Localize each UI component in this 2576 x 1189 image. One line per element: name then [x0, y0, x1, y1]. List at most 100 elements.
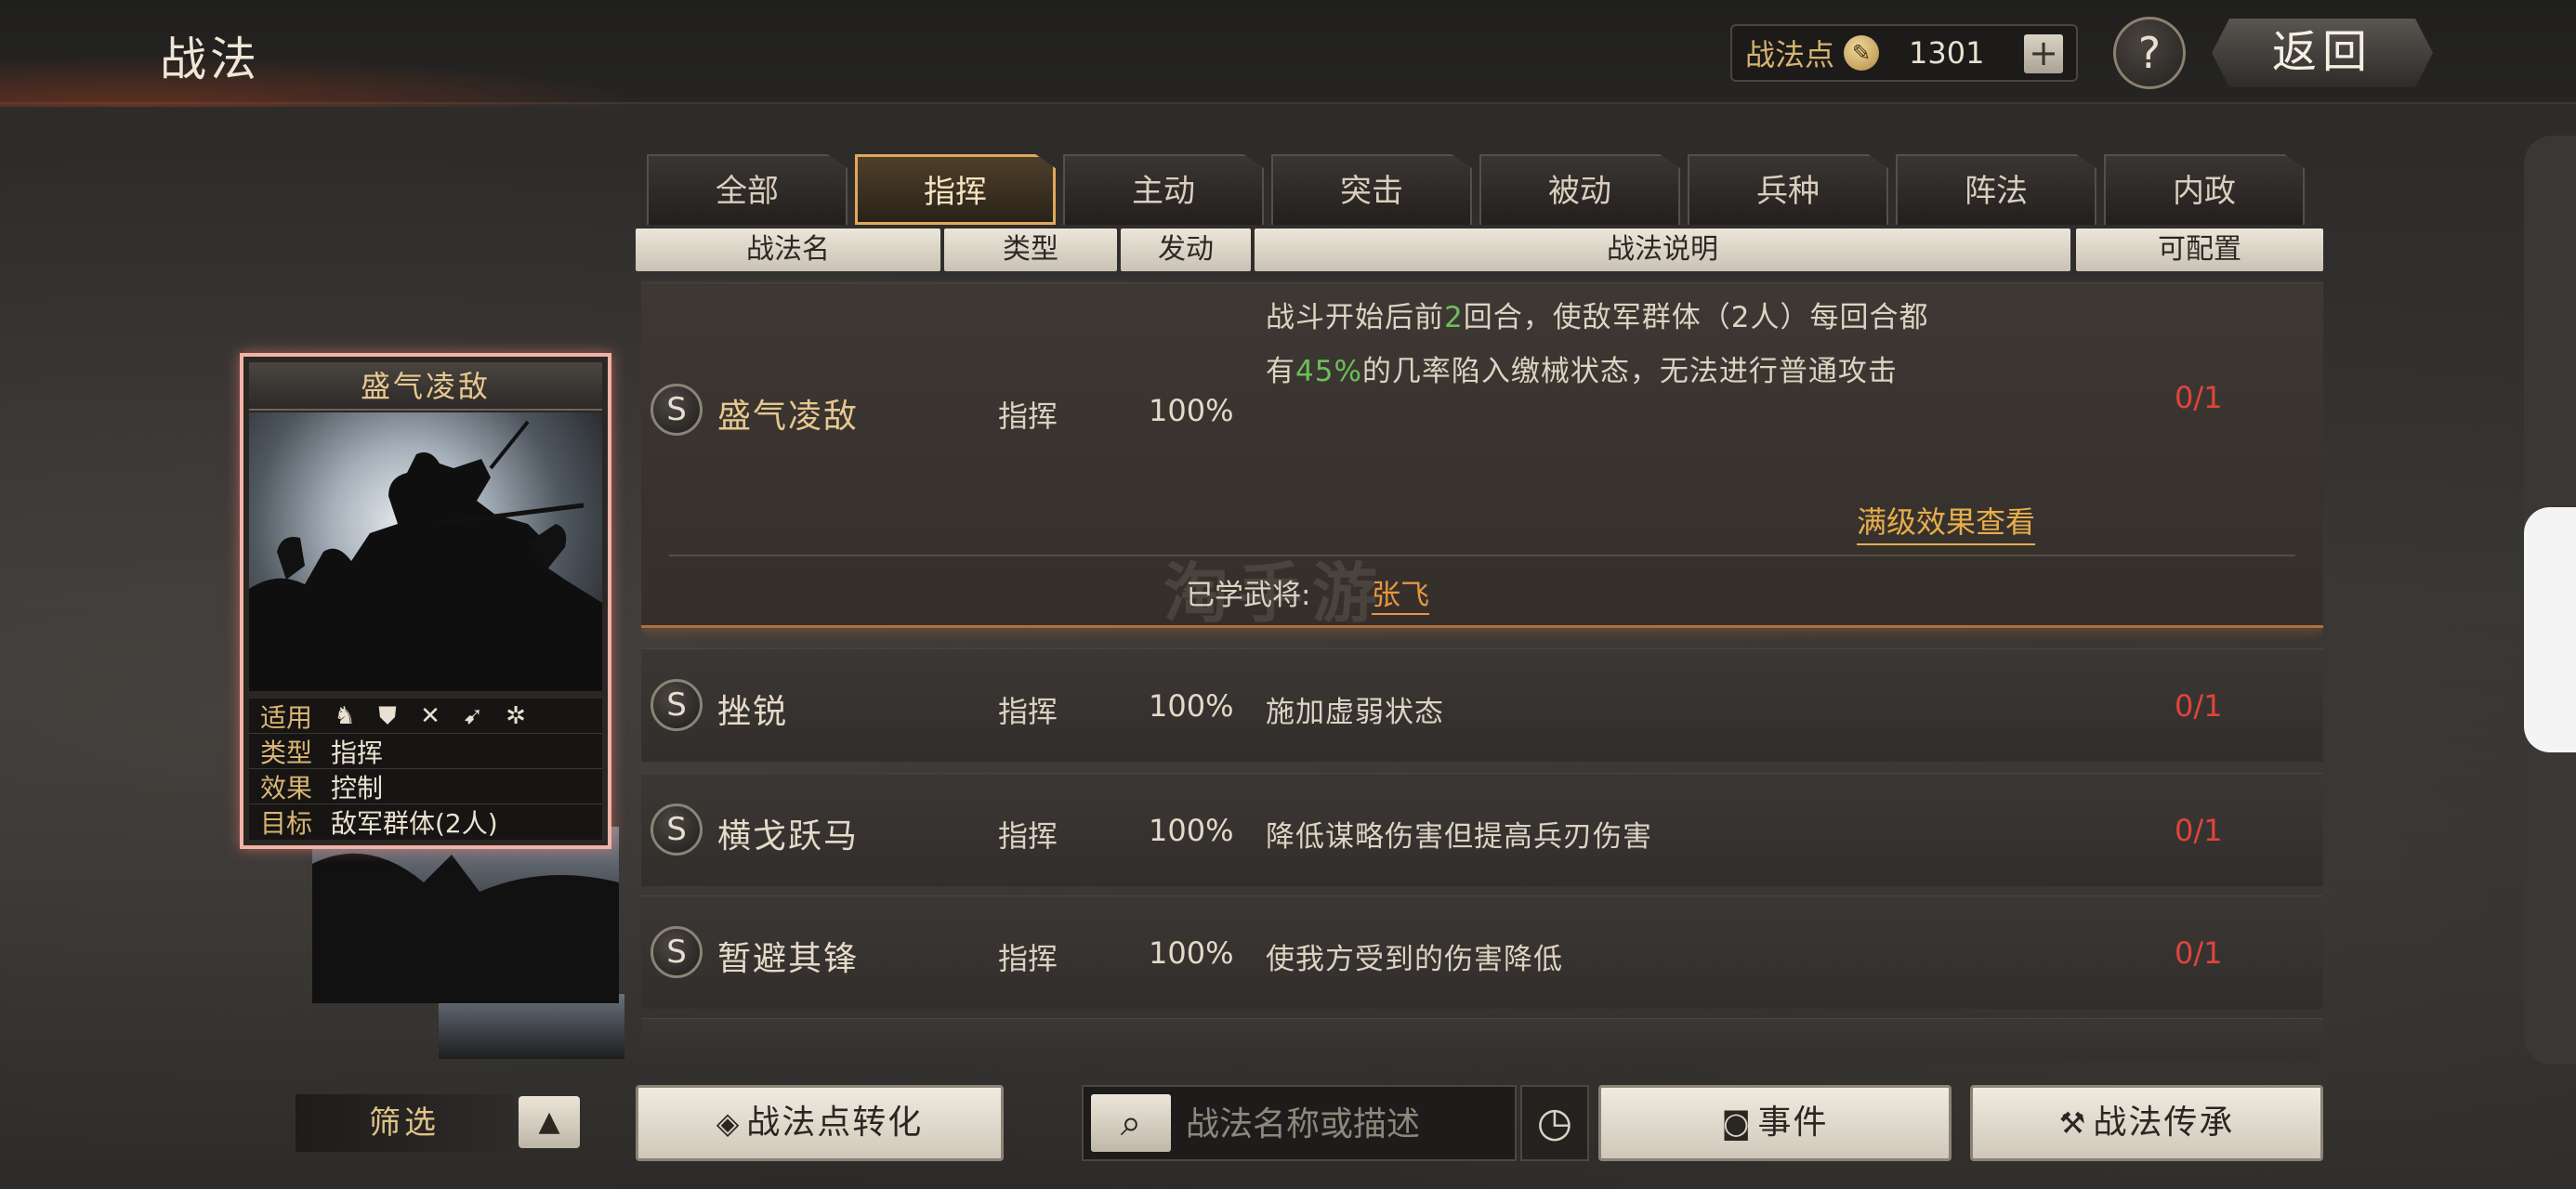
siege-icon: ✲ [506, 701, 526, 730]
column-header-trigger[interactable]: 发动 [1121, 229, 1251, 271]
card-attributes: 适用 ♞ ⛊ ✕ ➹ ✲ 类型 指挥 效果 控制 目标 敌军群体(2人) [249, 699, 602, 840]
attr-target: 目标 敌军群体(2人) [249, 804, 602, 840]
column-header-description: 战法说明 [1255, 229, 2070, 271]
tactic-quota: 0/1 [2175, 813, 2223, 848]
column-header-configurable[interactable]: 可配置 [2076, 229, 2323, 271]
desc-text: 回合，使敌军群体（2人）每回合都 [1463, 301, 1929, 334]
card-stack-back [439, 994, 624, 1059]
search-icon[interactable]: ⌕ [1091, 1094, 1171, 1152]
tactic-rate: 100% [1149, 393, 1234, 428]
tactic-description: 施加虚弱状态 [1266, 696, 1444, 729]
filter-toggle-button[interactable]: ▲ [519, 1096, 580, 1148]
card-artwork [249, 412, 602, 691]
attr-key: 效果 [260, 772, 313, 804]
tab-all[interactable]: 全部 [647, 154, 848, 225]
spear-icon: ➹ [463, 701, 483, 730]
rank-s-icon: S [651, 926, 703, 978]
warrior-silhouette-image [249, 420, 602, 691]
card-title-bar: 盛气凌敌 [249, 362, 602, 411]
clock-icon[interactable]: ◷ [1520, 1085, 1589, 1161]
events-label: 事件 [1757, 1104, 1829, 1142]
tab-assault[interactable]: 突击 [1271, 154, 1472, 225]
rank-s-icon: S [651, 679, 703, 731]
tactic-rate: 100% [1149, 688, 1234, 724]
tactic-name: 盛气凌敌 [717, 398, 860, 436]
cavalry-icon: ♞ [334, 701, 356, 730]
column-header-type[interactable]: 类型 [944, 229, 1117, 271]
tactic-description: 战斗开始后前2回合，使敌军群体（2人）每回合都 有45%的几率陷入缴械状态，无法… [1266, 291, 2102, 399]
desc-text: 的几率陷入缴械状态，无法进行普通攻击 [1361, 355, 1898, 388]
tab-troop-type[interactable]: 兵种 [1688, 154, 1888, 225]
attr-value: 敌军群体(2人) [331, 808, 498, 839]
attr-applies: 适用 ♞ ⛊ ✕ ➹ ✲ [249, 699, 602, 734]
alert-icon: ◙ [1721, 1105, 1753, 1141]
title-glow [0, 56, 651, 107]
top-bar: 战法 战法点 ✎ 1301 + ? 返回 [0, 0, 2576, 107]
tactic-name: 横戈跃马 [717, 817, 860, 856]
tactic-quota: 0/1 [2175, 380, 2223, 415]
attr-value: 控制 [331, 772, 384, 804]
learned-generals-label: 已学武将: [1186, 579, 1311, 612]
convert-points-button[interactable]: ◈ 战法点转化 [636, 1085, 1004, 1161]
unit-icons: ♞ ⛊ ✕ ➹ ✲ [331, 702, 530, 730]
tactic-points-box: 战法点 ✎ 1301 + [1730, 24, 2078, 82]
tactic-type: 指挥 [998, 399, 1058, 434]
back-button[interactable]: 返回 [2212, 19, 2433, 87]
tactic-rate: 100% [1149, 813, 1234, 848]
tactic-quota: 0/1 [2175, 935, 2223, 971]
category-tabs: 全部 指挥 主动 突击 被动 兵种 阵法 内政 [647, 154, 2305, 225]
card-title: 盛气凌敌 [360, 369, 491, 404]
learned-general-link[interactable]: 张飞 [1372, 571, 1429, 615]
help-button[interactable]: ? [2113, 17, 2186, 89]
table-row-expanded[interactable]: S 盛气凌敌 指挥 100% 战斗开始后前2回合，使敌军群体（2人）每回合都 有… [641, 282, 2323, 632]
tactic-card[interactable]: 盛气凌敌 适用 ♞ ⛊ ✕ ➹ ✲ 类型 指挥 效果 控制 目标 敌军群体(2人… [240, 353, 611, 849]
tactic-name: 挫锐 [717, 693, 789, 731]
inherit-tactic-label: 战法传承 [2093, 1104, 2235, 1142]
inherit-tactic-button[interactable]: ⚒ 战法传承 [1970, 1085, 2323, 1161]
search-input[interactable] [1186, 1098, 1502, 1150]
tactic-quota: 0/1 [2175, 688, 2223, 724]
card-stack-back [312, 827, 619, 1003]
tab-active[interactable]: 主动 [1063, 154, 1264, 225]
convert-points-label: 战法点转化 [746, 1104, 924, 1142]
events-button[interactable]: ◙ 事件 [1598, 1085, 1952, 1161]
table-row[interactable]: S 暂避其锋 指挥 100% 使我方受到的伤害降低 0/1 [641, 895, 2323, 1009]
tab-command[interactable]: 指挥 [855, 154, 1056, 225]
table-row[interactable] [641, 1018, 2323, 1059]
attr-key: 适用 [260, 701, 313, 733]
page-title: 战法 [160, 33, 260, 86]
tab-passive[interactable]: 被动 [1479, 154, 1680, 225]
filter-label[interactable]: 筛选 [296, 1094, 513, 1152]
table-row[interactable]: S 挫锐 指挥 100% 施加虚弱状态 0/1 [641, 648, 2323, 762]
desc-highlight-rounds: 2 [1444, 301, 1464, 334]
attr-type: 类型 指挥 [249, 734, 602, 769]
tab-internal-affairs[interactable]: 内政 [2104, 154, 2305, 225]
tactic-points-value: 1301 [1909, 35, 1985, 71]
tactic-points-coin-icon: ✎ [1844, 35, 1880, 71]
tactic-points-label: 战法点 [1745, 37, 1835, 72]
max-level-effect-link[interactable]: 满级效果查看 [1857, 499, 2036, 545]
tab-formation[interactable]: 阵法 [1896, 154, 2096, 225]
rank-s-icon: S [651, 804, 703, 856]
desc-text: 有 [1266, 355, 1295, 388]
tactic-description: 使我方受到的伤害降低 [1266, 943, 1563, 976]
bow-icon: ✕ [420, 701, 440, 730]
tactic-list[interactable]: S 盛气凌敌 指挥 100% 战斗开始后前2回合，使敌军群体（2人）每回合都 有… [641, 277, 2323, 1059]
tactic-type: 指挥 [998, 694, 1058, 729]
divider [669, 555, 2295, 556]
desc-highlight-chance: 45% [1295, 355, 1362, 388]
add-points-button[interactable]: + [2024, 34, 2063, 73]
attr-value: 指挥 [331, 737, 384, 768]
tactic-rate: 100% [1149, 935, 1234, 971]
search-box: ⌕ [1082, 1085, 1517, 1161]
table-row[interactable]: S 横戈跃马 指挥 100% 降低谋略伤害但提高兵刃伤害 0/1 [641, 773, 2323, 886]
hammer-icon: ⚒ [2058, 1105, 2088, 1141]
column-header-name[interactable]: 战法名 [636, 229, 940, 271]
rank-s-icon: S [651, 384, 703, 436]
side-panel-handle[interactable] [2524, 507, 2576, 752]
tactic-name: 暂避其锋 [717, 940, 860, 978]
tactic-type: 指挥 [998, 818, 1058, 854]
tactic-description: 降低谋略伤害但提高兵刃伤害 [1266, 820, 1652, 854]
attr-effect: 效果 控制 [249, 769, 602, 804]
card-back-silhouette [312, 853, 619, 1003]
